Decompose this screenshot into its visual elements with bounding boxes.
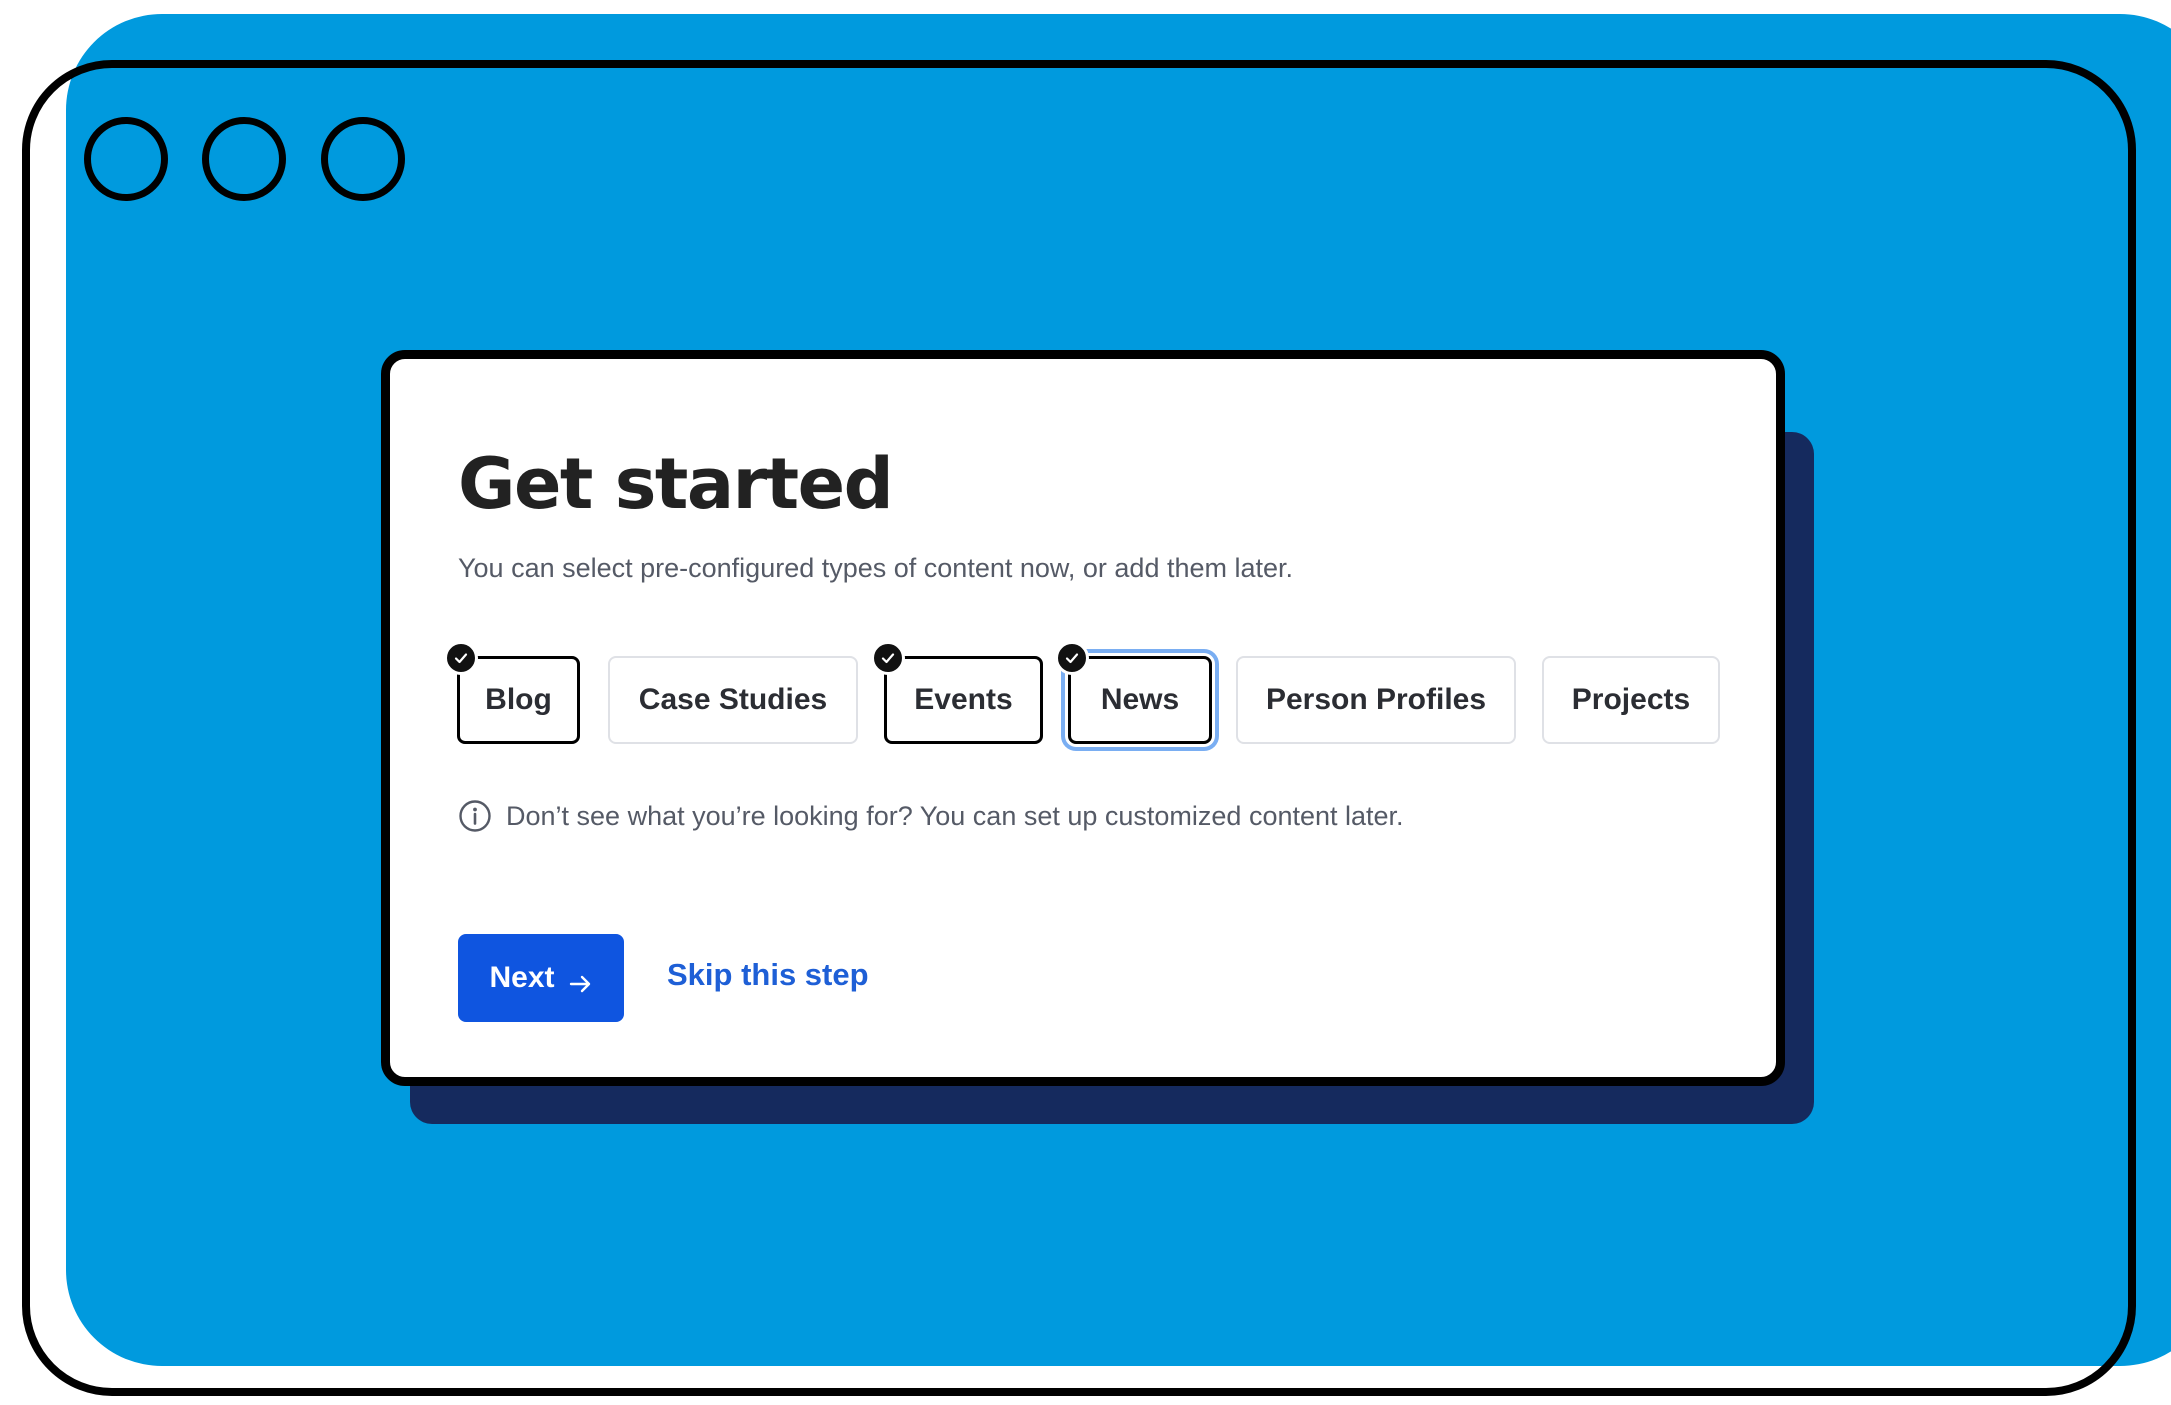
chip-label: News (1100, 683, 1180, 716)
chip-label: Events (914, 683, 1013, 716)
content-type-chip-person-profiles[interactable]: Person Profiles (1236, 656, 1516, 744)
chip-label: Person Profiles (1265, 683, 1487, 716)
arrow-right-icon (569, 968, 593, 993)
content-type-chip-projects[interactable]: Projects (1542, 656, 1720, 744)
check-icon (871, 641, 905, 675)
content-type-chip-events[interactable]: Events (871, 641, 1043, 744)
chip-label: Blog (485, 683, 552, 716)
window-control-circle (321, 117, 405, 201)
window-control-circle (202, 117, 286, 201)
skip-step-link[interactable]: Skip this step (667, 957, 869, 993)
content-type-chip-blog[interactable]: Blog (444, 641, 580, 744)
check-icon (444, 641, 478, 675)
page-subtitle: You can select pre-configured types of c… (458, 553, 1294, 583)
page-title: Get started (458, 443, 894, 525)
next-button-label: Next (489, 961, 555, 994)
illustration-stage: Get started You can select pre-configure… (0, 0, 2171, 1405)
hint-text: Don’t see what you’re looking for? You c… (506, 800, 1404, 831)
info-icon (458, 799, 492, 833)
window-control-circle (84, 117, 168, 201)
chip-label: Projects (1571, 683, 1691, 716)
content-type-chip-case-studies[interactable]: Case Studies (608, 656, 858, 744)
content-type-chip-news[interactable]: News (1055, 641, 1212, 744)
check-icon (1055, 641, 1089, 675)
next-button[interactable]: Next (458, 934, 624, 1022)
get-started-dialog: Get started You can select pre-configure… (381, 350, 1785, 1086)
hint-row: Don’t see what you’re looking for? You c… (458, 799, 1404, 833)
chip-label: Case Studies (638, 683, 828, 716)
